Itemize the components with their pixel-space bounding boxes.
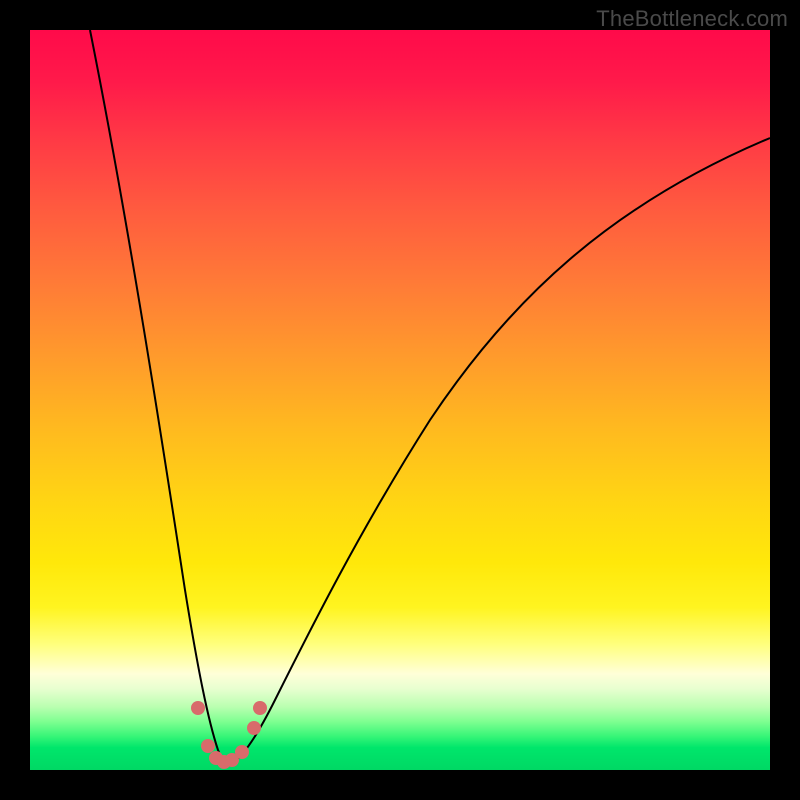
chart-frame: TheBottleneck.com	[0, 0, 800, 800]
marker-dot	[235, 745, 249, 759]
curve-left-branch	[90, 30, 230, 764]
branding-watermark: TheBottleneck.com	[596, 6, 788, 32]
plot-area	[30, 30, 770, 770]
curve-right-branch	[230, 138, 770, 764]
marker-dot	[247, 721, 261, 735]
marker-dot	[191, 701, 205, 715]
marker-dot	[253, 701, 267, 715]
bottleneck-curve-svg	[30, 30, 770, 770]
marker-dot	[201, 739, 215, 753]
